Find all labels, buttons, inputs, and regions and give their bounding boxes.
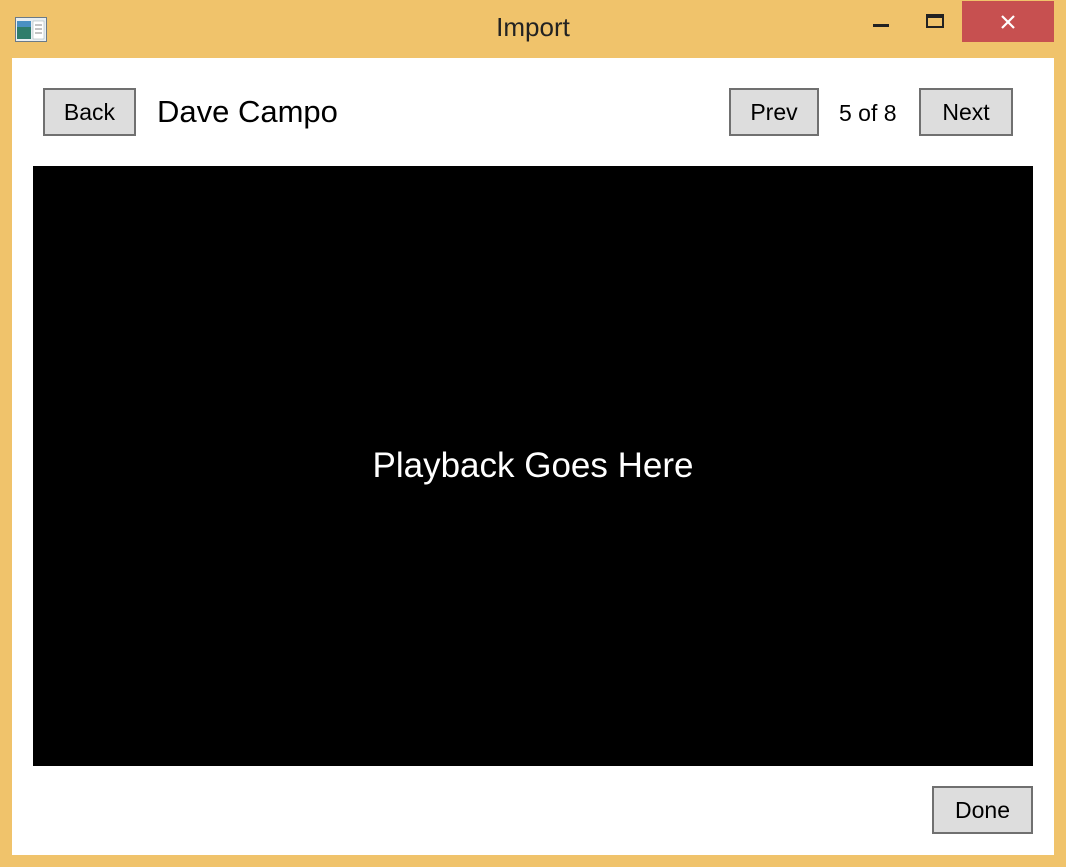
page-counter: 5 of 8: [839, 100, 897, 126]
done-button[interactable]: Done: [932, 786, 1033, 834]
next-button[interactable]: Next: [919, 88, 1013, 136]
close-icon: [1001, 14, 1015, 29]
playback-area[interactable]: Playback Goes Here: [33, 166, 1033, 766]
playback-placeholder: Playback Goes Here: [372, 446, 694, 485]
minimize-icon: [873, 23, 889, 27]
person-name: Dave Campo: [157, 94, 338, 129]
import-window: Import Back Dave Campo Prev 5 of 8 Next …: [0, 0, 1066, 867]
maximize-icon: [926, 13, 944, 28]
client-area: Back Dave Campo Prev 5 of 8 Next Playbac…: [12, 58, 1054, 855]
prev-button[interactable]: Prev: [729, 88, 819, 136]
title-bar[interactable]: Import: [0, 0, 1066, 58]
back-button[interactable]: Back: [43, 88, 136, 136]
minimize-button[interactable]: [858, 1, 904, 42]
window-title: Import: [496, 12, 570, 42]
close-button[interactable]: [962, 1, 1054, 42]
maximize-button[interactable]: [912, 1, 958, 42]
